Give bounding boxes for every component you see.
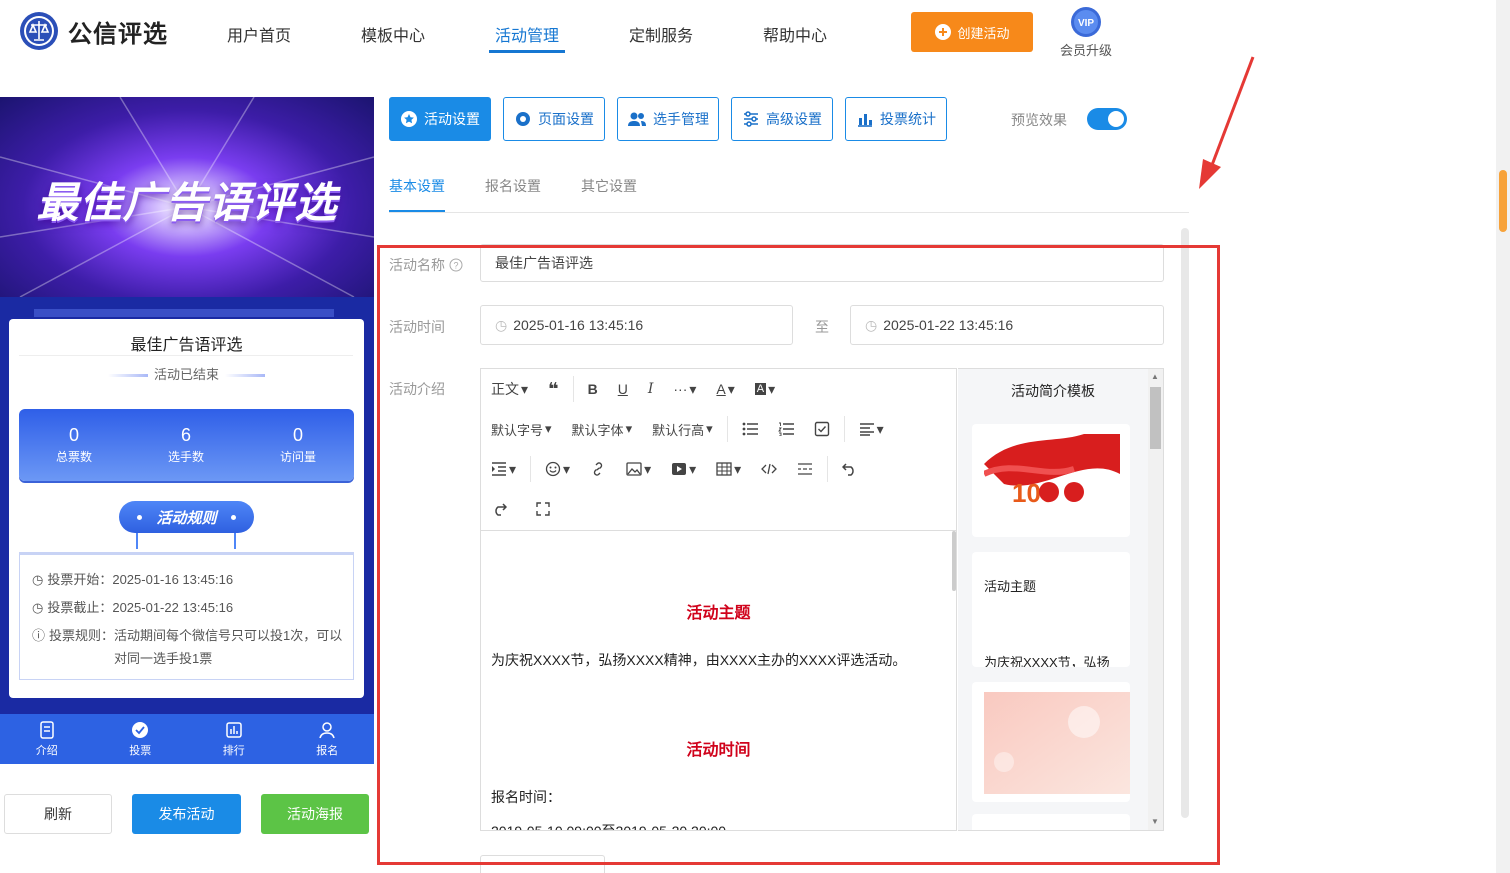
- stat-contestants: 6 选手数: [131, 425, 241, 465]
- brand-name: 公信评选: [68, 20, 168, 48]
- sliders-icon: [742, 110, 760, 128]
- stat-value: 0: [68, 425, 79, 445]
- users-icon: [627, 110, 647, 128]
- nav-help-center[interactable]: 帮助中心: [763, 22, 827, 46]
- rule-text-2: 对同一选手投1票: [114, 651, 213, 666]
- rule-end-text: 投票截止：2025-01-22 13:45:16: [47, 600, 234, 615]
- publish-button[interactable]: 发布活动: [132, 794, 241, 834]
- tab-intro-label: 介绍: [35, 745, 58, 757]
- stats-panel: 0 总票数 6 选手数 0 访问量: [19, 409, 354, 481]
- plus-circle-icon: [934, 23, 952, 41]
- poster-button[interactable]: 活动海报: [261, 794, 369, 834]
- tab-signup-label: 报名: [316, 745, 339, 757]
- nav-custom-service[interactable]: 定制服务: [629, 22, 693, 46]
- dot-icon: [137, 514, 143, 520]
- clock-icon: ◷: [32, 600, 44, 615]
- stat-visits: 0 访问量: [243, 425, 353, 465]
- rules-button[interactable]: 活动规则: [119, 501, 254, 533]
- tab-contestant-management[interactable]: 选手管理: [617, 97, 719, 141]
- subtab-other-settings[interactable]: 其它设置: [581, 176, 637, 196]
- vip-badge-icon: VIP: [1070, 6, 1102, 38]
- mobile-preview: 最佳广告语评选 最佳广告语评选 活动已结束 0 总票数 6 选手数 0 访问量 …: [0, 97, 374, 764]
- activity-title: 最佳广告语评选: [130, 337, 243, 354]
- page-scrollbar[interactable]: [1496, 0, 1510, 873]
- create-activity-label: 创建活动: [957, 25, 1010, 41]
- star-circle-icon: [400, 110, 418, 128]
- nav-user-home[interactable]: 用户首页: [227, 22, 291, 46]
- tab-vote-statistics-label: 投票统计: [880, 111, 936, 127]
- connector: [136, 533, 138, 549]
- tab-page-settings[interactable]: 页面设置: [503, 97, 605, 141]
- scales-logo-icon: [18, 10, 60, 52]
- highlight-frame: [377, 245, 1220, 865]
- rules-button-label: 活动规则: [156, 509, 217, 527]
- nav-activity-management[interactable]: 活动管理: [495, 22, 559, 46]
- connector: [234, 533, 236, 549]
- tab-advanced-settings[interactable]: 高级设置: [731, 97, 833, 141]
- tab-ranking-label: 排行: [222, 745, 245, 757]
- tab-vote[interactable]: 投票: [94, 714, 188, 764]
- tab-intro[interactable]: 介绍: [0, 714, 94, 764]
- dot-icon: [230, 514, 236, 520]
- tab-ranking[interactable]: 排行: [187, 714, 281, 764]
- rule-text: ⓘ 投票规则：活动期间每个微信号只可以投1次，可以: [32, 625, 342, 647]
- stat-value: 6: [180, 425, 191, 445]
- tab-signup[interactable]: 报名: [281, 714, 375, 764]
- preview-card: 最佳广告语评选 活动已结束 0 总票数 6 选手数 0 访问量 活动规则 ◷ 投…: [9, 319, 364, 698]
- card-ribbon: [34, 309, 334, 317]
- divider: [19, 355, 353, 356]
- clock-icon: ◷: [32, 572, 44, 587]
- stat-label: 选手数: [167, 450, 204, 464]
- page-scrollbar-thumb[interactable]: [1499, 170, 1507, 232]
- flower-icon: [514, 110, 532, 128]
- nav-template-center[interactable]: 模板中心: [361, 22, 425, 46]
- rule-text-1: 投票规则：活动期间每个微信号只可以投1次，可以: [49, 628, 343, 643]
- document-icon: [37, 720, 57, 740]
- tab-contestant-management-label: 选手管理: [653, 111, 709, 127]
- create-activity-button[interactable]: 创建活动: [911, 12, 1033, 52]
- tab-vote-label: 投票: [129, 745, 152, 757]
- rules-box: ◷ 投票开始：2025-01-16 13:45:16 ◷ 投票截止：2025-01-…: [19, 552, 354, 680]
- rule-end: ◷ 投票截止：2025-01-22 13:45:16: [32, 597, 233, 619]
- brand-logo[interactable]: 公信评选: [18, 10, 168, 52]
- stat-value: 0: [292, 425, 303, 445]
- vip-upgrade-label: 会员升级: [1059, 43, 1112, 58]
- subtab-basic-settings[interactable]: 基本设置: [389, 176, 445, 196]
- stat-total-votes: 0 总票数: [19, 425, 129, 465]
- preview-tabbar: 介绍 投票 排行 报名: [0, 714, 374, 764]
- subtab-divider: [389, 212, 1189, 213]
- tab-page-settings-label: 页面设置: [538, 111, 594, 127]
- banner-title: 最佳广告语评选: [36, 179, 338, 226]
- stat-label: 总票数: [55, 450, 92, 464]
- tab-vote-statistics[interactable]: 投票统计: [845, 97, 947, 141]
- rule-start-text: 投票开始：2025-01-16 13:45:16: [47, 572, 234, 587]
- tab-advanced-settings-label: 高级设置: [766, 111, 822, 127]
- subtab-signup-settings[interactable]: 报名设置: [485, 176, 541, 196]
- vip-upgrade[interactable]: VIP 会员升级: [1058, 6, 1114, 59]
- bar-chart-icon: [856, 110, 874, 128]
- stat-label: 访问量: [279, 450, 316, 464]
- rule-start: ◷ 投票开始：2025-01-16 13:45:16: [32, 569, 233, 591]
- subtab-active-underline: [389, 210, 445, 212]
- preview-toggle-label: 预览效果: [1011, 112, 1067, 128]
- refresh-button[interactable]: 刷新: [4, 794, 112, 834]
- tab-activity-settings-label: 活动设置: [424, 111, 480, 127]
- tab-activity-settings[interactable]: 活动设置: [389, 97, 491, 141]
- nav-active-underline: [489, 50, 565, 53]
- user-icon: [317, 720, 337, 740]
- bar-chart-icon: [224, 720, 244, 740]
- annotation-arrow-icon: [1195, 55, 1257, 191]
- vote-icon: [130, 720, 150, 740]
- preview-toggle[interactable]: [1087, 108, 1127, 130]
- activity-status: 活动已结束: [9, 364, 364, 383]
- vip-badge-text: VIP: [1078, 18, 1094, 29]
- info-icon: ⓘ: [32, 628, 46, 643]
